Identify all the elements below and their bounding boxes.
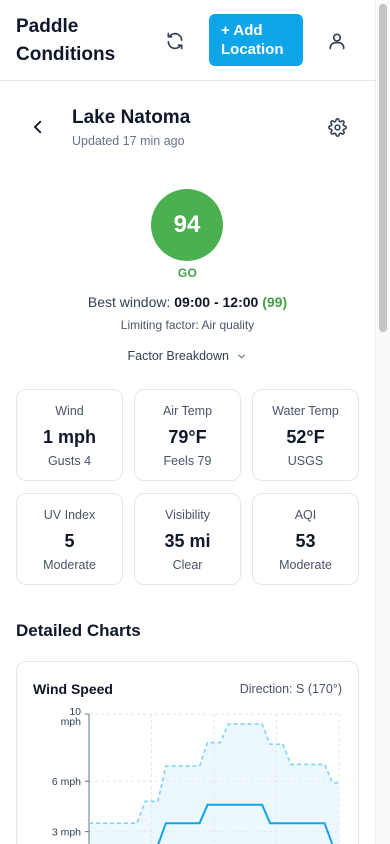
metric-sub: Moderate xyxy=(279,558,332,572)
refresh-button[interactable] xyxy=(160,26,190,56)
app-title: Paddle Conditions xyxy=(16,16,116,65)
chevron-left-icon xyxy=(34,120,42,134)
metric-card-uv-index: UV Index 5 Moderate xyxy=(16,493,123,585)
metric-label: UV Index xyxy=(43,508,96,522)
metric-card-wind: Wind 1 mph Gusts 4 xyxy=(16,389,123,481)
user-icon xyxy=(329,33,345,50)
factor-breakdown-toggle[interactable]: Factor Breakdown xyxy=(0,349,375,363)
metric-card-air-temp: Air Temp 79°F Feels 79 xyxy=(134,389,241,481)
metric-card-water-temp: Water Temp 52°F USGS xyxy=(252,389,359,481)
location-settings-button[interactable] xyxy=(325,115,349,139)
profile-button[interactable] xyxy=(322,26,352,56)
metric-sub: Clear xyxy=(172,558,203,572)
app-header: Paddle Conditions + Add Location xyxy=(0,0,375,81)
back-button[interactable] xyxy=(26,114,50,140)
scrollbar[interactable] xyxy=(375,0,390,844)
last-updated: Updated 17 min ago xyxy=(72,134,185,148)
best-window: Best window: 09:00 - 12:00 (99) xyxy=(0,294,375,310)
gear-icon xyxy=(327,117,347,137)
metric-value: 1 mph xyxy=(42,427,96,447)
metric-card-aqi: AQI 53 Moderate xyxy=(252,493,359,585)
y-tick-label: 6 mph xyxy=(52,776,81,788)
y-tick-label: 3 mph xyxy=(52,827,81,839)
wind-speed-chart-card: Wind Speed Direction: S (170°) 10 mph 6 mp… xyxy=(16,661,359,844)
paddle-score-badge: 94 xyxy=(151,189,223,261)
metric-label: Air Temp xyxy=(162,404,213,418)
location-name: Lake Natoma xyxy=(72,107,191,128)
add-location-button[interactable]: + Add Location xyxy=(209,14,303,66)
best-window-score: (99) xyxy=(262,294,288,310)
metric-label: AQI xyxy=(294,508,317,522)
chevron-down-icon xyxy=(238,354,246,359)
best-window-time: 09:00 - 12:00 xyxy=(174,294,259,310)
metric-value: 5 xyxy=(64,531,75,551)
metric-value: 52°F xyxy=(286,427,325,447)
metric-sub: Gusts 4 xyxy=(47,454,92,468)
metric-label: Wind xyxy=(55,404,84,418)
limiting-factor: Limiting factor: Air quality xyxy=(120,318,255,332)
metric-label: Water Temp xyxy=(272,404,339,418)
metric-value: 53 xyxy=(295,531,316,551)
refresh-icon xyxy=(167,32,183,50)
metric-sub: USGS xyxy=(287,454,324,468)
metric-sub: Moderate xyxy=(43,558,96,572)
metric-label: Visibility xyxy=(165,508,210,522)
score-status: GO xyxy=(177,266,198,280)
best-window-label: Best window: xyxy=(87,294,171,310)
metric-value: 35 mi xyxy=(164,531,211,551)
scrollbar-thumb[interactable] xyxy=(379,4,387,332)
detailed-charts-heading: Detailed Charts xyxy=(16,621,141,640)
metric-value: 79°F xyxy=(168,427,207,447)
y-tick-label: 10 mph xyxy=(61,706,82,728)
metric-card-visibility: Visibility 35 mi Clear xyxy=(134,493,241,585)
factor-breakdown-label: Factor Breakdown xyxy=(127,349,229,363)
wind-speed-chart: 10 mph 6 mph 3 mph xyxy=(52,706,340,844)
metric-sub: Feels 79 xyxy=(163,454,212,468)
